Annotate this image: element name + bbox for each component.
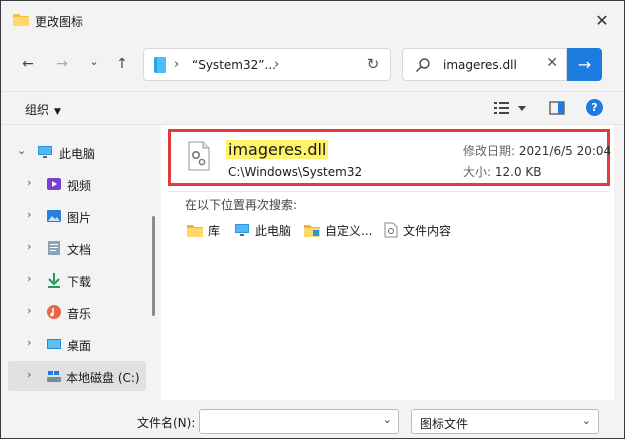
size-value: 12.0 KB xyxy=(494,165,542,179)
preview-pane-icon[interactable] xyxy=(549,100,565,116)
address-chevron-end[interactable]: › xyxy=(274,57,279,72)
file-list: imageres.dll C:\Windows\System32 修改日期: 2… xyxy=(161,125,614,400)
download-icon xyxy=(48,273,60,288)
navigation-bar: ← → ⌄ ↑ › “System32”... › ↻ imageres.dll… xyxy=(1,39,624,91)
sidebar-item-downloads[interactable]: › 下载 xyxy=(1,265,149,295)
location-label: 库 xyxy=(208,223,221,238)
title-bar: 更改图标 ✕ xyxy=(1,1,624,39)
computer-icon xyxy=(235,224,249,236)
up-button[interactable]: ↑ xyxy=(111,53,133,75)
sidebar-item-label: 文档 xyxy=(67,243,92,257)
location-label: 此电脑 xyxy=(255,223,292,238)
document-icon xyxy=(48,241,60,255)
organize-label: 组织 xyxy=(25,103,50,117)
sidebar-item-label: 下载 xyxy=(67,275,92,289)
sidebar-item-label: 本地磁盘 (C:) xyxy=(66,371,140,385)
sidebar-scrollbar[interactable] xyxy=(152,216,155,316)
search-location-file-contents[interactable]: 文件内容 xyxy=(384,221,451,239)
folder-icon xyxy=(13,14,29,26)
window-title: 更改图标 xyxy=(35,15,84,29)
search-result-item[interactable]: imageres.dll C:\Windows\System32 修改日期: 2… xyxy=(168,129,611,186)
drive-icon xyxy=(47,371,61,382)
close-button[interactable]: ✕ xyxy=(592,10,612,30)
divider xyxy=(168,191,610,192)
chevron-down-icon[interactable]: ⌄ xyxy=(383,413,392,426)
file-type-select[interactable]: 图标文件 ⌄ xyxy=(411,409,599,434)
library-folder-icon xyxy=(187,225,203,237)
result-file-path: C:\Windows\System32 xyxy=(228,165,363,179)
recent-locations-button[interactable]: ⌄ xyxy=(83,50,105,72)
video-icon xyxy=(47,178,61,190)
file-contents-icon xyxy=(384,222,398,238)
chevron-right-icon[interactable]: › xyxy=(27,368,31,381)
size-label: 大小: xyxy=(463,165,492,179)
clear-search-button[interactable]: ✕ xyxy=(546,55,558,71)
computer-icon xyxy=(38,146,52,158)
organize-button[interactable]: 组织 ▼ xyxy=(25,101,61,118)
result-file-name[interactable]: imageres.dll xyxy=(226,140,329,159)
sidebar-item-label: 图片 xyxy=(67,211,92,225)
sidebar-item-desktop[interactable]: › 桌面 xyxy=(1,329,149,359)
back-button[interactable]: ← xyxy=(17,53,39,75)
chevron-right-icon[interactable]: › xyxy=(27,208,31,221)
sidebar-item-label: 桌面 xyxy=(67,339,92,353)
search-icon xyxy=(416,58,430,73)
music-icon xyxy=(47,305,61,319)
address-path[interactable]: “System32”... xyxy=(192,58,276,72)
file-name-input[interactable]: ⌄ xyxy=(199,409,399,434)
chevron-right-icon[interactable]: › xyxy=(27,240,31,253)
chevron-down-icon[interactable]: ⌄ xyxy=(582,414,591,427)
result-size: 大小: 12.0 KB xyxy=(463,163,542,180)
chevron-right-icon[interactable]: › xyxy=(27,272,31,285)
address-chevron[interactable]: › xyxy=(174,57,179,72)
picture-icon xyxy=(47,210,61,222)
forward-button[interactable]: → xyxy=(51,53,73,75)
chevron-right-icon[interactable]: › xyxy=(27,304,31,317)
help-button[interactable]: ? xyxy=(586,99,603,116)
search-input[interactable]: imageres.dll xyxy=(443,58,517,72)
file-name-bar: 文件名(N): ⌄ 图标文件 ⌄ xyxy=(1,400,624,438)
sidebar-item-documents[interactable]: › 文档 xyxy=(1,233,149,263)
sidebar-item-local-disk-c[interactable]: › 本地磁盘 (C:) xyxy=(8,361,146,391)
dll-file-icon xyxy=(188,141,210,171)
refresh-button[interactable]: ↻ xyxy=(362,55,384,75)
sidebar-item-videos[interactable]: › 视频 xyxy=(1,169,149,199)
modified-label: 修改日期: xyxy=(463,144,516,158)
sidebar-item-this-pc[interactable]: ⌄ 此电脑 xyxy=(1,137,149,167)
search-box[interactable]: imageres.dll ✕ xyxy=(402,48,567,81)
file-type-value: 图标文件 xyxy=(420,417,469,431)
sidebar-item-label: 视频 xyxy=(67,179,92,193)
file-name-label: 文件名(N): xyxy=(137,416,196,430)
location-label: 自定义... xyxy=(325,223,373,238)
address-bar[interactable]: › “System32”... › ↻ xyxy=(143,48,391,81)
change-icon-dialog: 更改图标 ✕ ← → ⌄ ↑ › “System32”... › ↻ image… xyxy=(0,0,625,439)
sidebar-item-label: 此电脑 xyxy=(59,147,96,161)
search-location-libraries[interactable]: 库 xyxy=(187,221,220,239)
view-options-icon[interactable] xyxy=(494,100,534,118)
search-again-label: 在以下位置再次搜索: xyxy=(185,198,298,212)
navigation-pane: ⌄ 此电脑 › 视频 › 图片 › 文档 › 下载 › 音乐 › 桌面 › 本地… xyxy=(1,125,156,400)
sidebar-item-pictures[interactable]: › 图片 xyxy=(1,201,149,231)
modified-value: 2021/6/5 20:04 xyxy=(518,144,612,158)
result-modified: 修改日期: 2021/6/5 20:04 xyxy=(463,142,611,159)
file-location-icon xyxy=(154,57,166,73)
sidebar-item-label: 音乐 xyxy=(67,307,92,321)
sidebar-item-music[interactable]: › 音乐 xyxy=(1,297,149,327)
chevron-right-icon[interactable]: › xyxy=(27,176,31,189)
search-location-this-pc[interactable]: 此电脑 xyxy=(234,221,291,239)
chevron-down-icon[interactable]: ⌄ xyxy=(17,144,26,157)
caret-down-icon: ▼ xyxy=(54,107,61,117)
command-bar: 组织 ▼ ? xyxy=(1,91,624,125)
custom-folder-icon xyxy=(304,225,320,237)
search-go-button[interactable]: → xyxy=(567,48,602,81)
location-label: 文件内容 xyxy=(403,223,452,238)
search-location-custom[interactable]: 自定义... xyxy=(304,221,372,239)
desktop-icon xyxy=(47,339,61,349)
chevron-right-icon[interactable]: › xyxy=(27,336,31,349)
